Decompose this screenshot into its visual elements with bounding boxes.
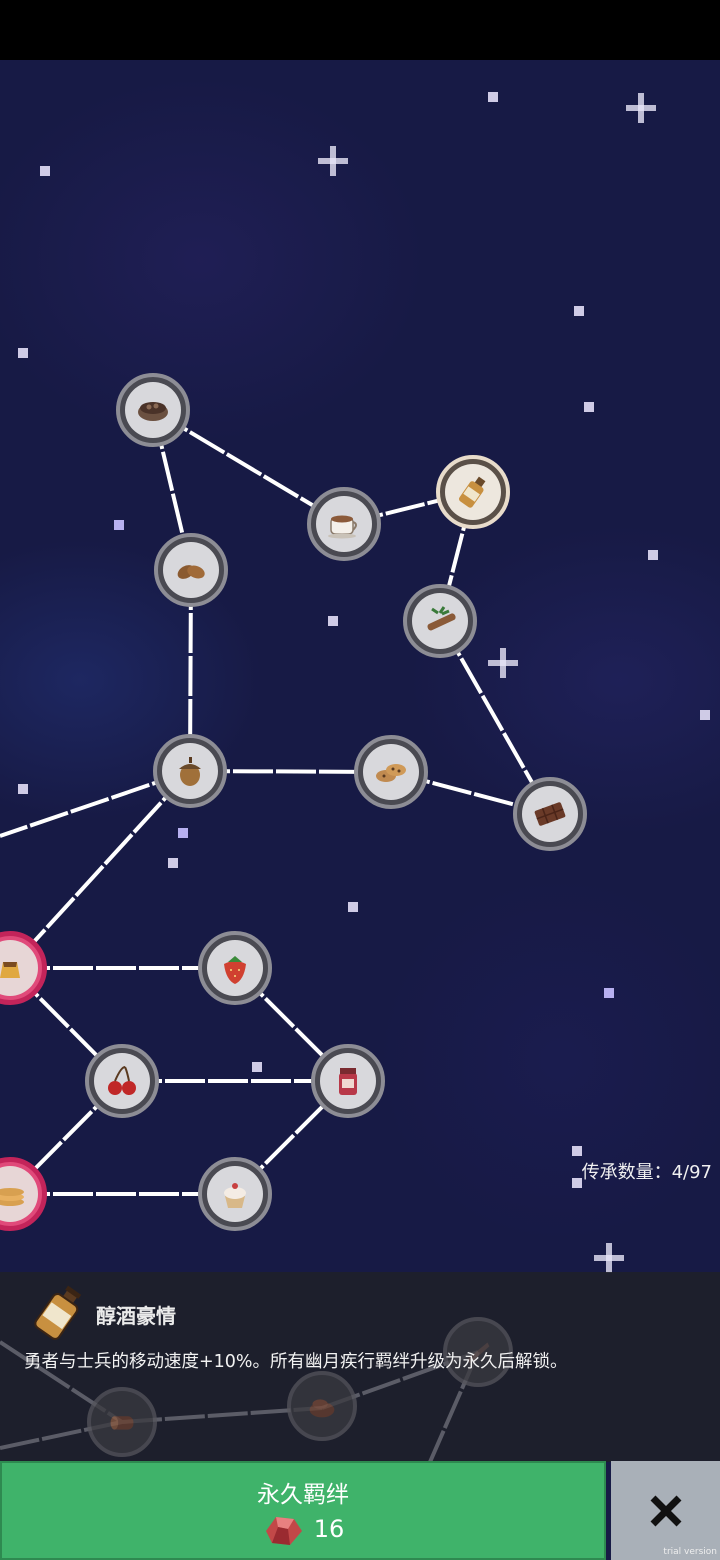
cinnamon-icon <box>427 606 456 631</box>
bowl-icon <box>138 402 168 421</box>
cookie-icon <box>376 764 406 782</box>
legacy-count: 传承数量：4/97 <box>581 1162 712 1183</box>
detail-panel: 醇酒豪情 勇者与士兵的移动速度+10%。所有幽月疾行羁绊升级为永久后解锁。 <box>0 1272 720 1462</box>
faded-node-log <box>87 1387 157 1457</box>
pudding-icon <box>0 962 20 978</box>
red-gem-icon <box>265 1517 302 1545</box>
bond-cost: 16 <box>2 1509 604 1549</box>
node-cookies[interactable] <box>354 735 428 809</box>
bond-description: 勇者与士兵的移动速度+10%。所有幽月疾行羁绊升级为永久后解锁。 <box>24 1352 568 1372</box>
node-jam-jar[interactable] <box>311 1044 385 1118</box>
trial-version-watermark: trial version <box>663 1547 717 1557</box>
bond-title: 醇酒豪情 <box>96 1304 176 1328</box>
jam-jar-icon <box>339 1068 357 1095</box>
coffee-cup-icon <box>328 515 357 539</box>
cupcake-icon <box>224 1183 246 1208</box>
log-icon <box>110 1416 134 1430</box>
liquor-bottle-icon <box>459 476 486 508</box>
potato-icon <box>177 565 205 579</box>
node-chocolate-bar[interactable] <box>513 777 587 851</box>
permanent-bond-label: 永久羁绊 <box>257 1482 349 1508</box>
pancake-icon <box>0 1188 24 1206</box>
node-cherries[interactable] <box>85 1044 159 1118</box>
close-icon <box>650 1495 681 1526</box>
node-coffee-cup[interactable] <box>307 487 381 561</box>
node-liquor-bottle[interactable] <box>436 455 510 529</box>
node-bowl-of-beans[interactable] <box>116 373 190 447</box>
close-button[interactable]: trial version <box>611 1461 720 1560</box>
node-potatoes[interactable] <box>154 533 228 607</box>
strawberry-icon <box>224 956 246 984</box>
node-acorn[interactable] <box>153 734 227 808</box>
bond-cost-value: 16 <box>313 1515 345 1543</box>
node-cupcake[interactable] <box>198 1157 272 1231</box>
chocolate-icon <box>534 802 566 826</box>
cherry-icon <box>108 1066 136 1095</box>
node-strawberry[interactable] <box>198 931 272 1005</box>
acorn-icon <box>179 757 201 786</box>
node-cinnamon-stick[interactable] <box>403 584 477 658</box>
permanent-bond-button[interactable]: 永久羁绊 16 <box>0 1461 606 1560</box>
liquor-bottle-icon <box>34 1285 82 1340</box>
cocoa-icon <box>309 1399 335 1418</box>
faded-node-cocoa <box>287 1371 357 1441</box>
